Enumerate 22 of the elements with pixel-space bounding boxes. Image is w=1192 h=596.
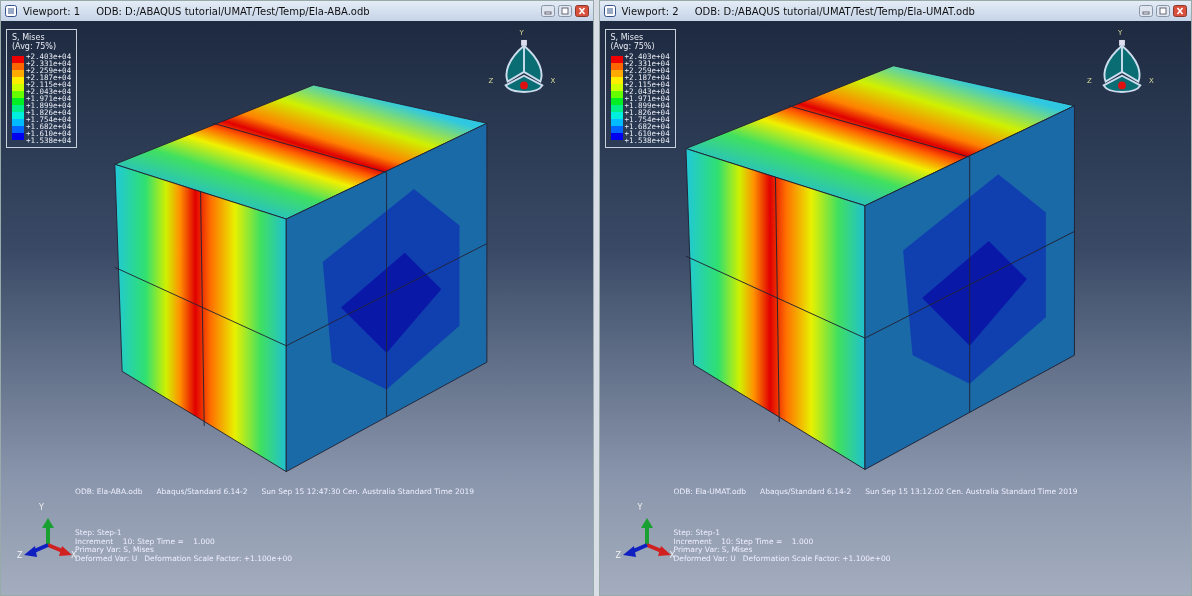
- odb-path: ODB: D:/ABAQUS tutorial/UMAT/Test/Temp/Ela-UMAT.odb: [694, 5, 975, 17]
- axis-triad-icon: [621, 517, 672, 557]
- window-menu-icon[interactable]: [603, 5, 616, 17]
- close-icon[interactable]: [574, 5, 589, 17]
- maximize-icon[interactable]: [1156, 5, 1170, 17]
- axis-triad-icon: [23, 517, 73, 557]
- axis-label: X: [71, 551, 77, 560]
- axis-label: Z: [615, 551, 621, 560]
- legend-title: S, Mises: [610, 33, 645, 42]
- legend-title: S, Mises: [12, 33, 46, 42]
- minimize-icon[interactable]: [1139, 5, 1153, 17]
- axis-label: Z: [17, 551, 23, 560]
- viewport-title: Viewport: 1: [23, 5, 81, 17]
- axis-label: X: [669, 551, 675, 560]
- odb-path: ODB: D:/ABAQUS tutorial/UMAT/Test/Temp/Ela-ABA.odb: [96, 5, 370, 17]
- legend-subtitle: (Avg: 75%): [12, 42, 58, 51]
- viewport-title: Viewport: 2: [621, 5, 679, 17]
- axis-label: Y: [39, 503, 44, 512]
- axis-label: Y: [637, 503, 643, 512]
- legend-subtitle: (Avg: 75%): [610, 42, 656, 51]
- window-menu-icon[interactable]: [5, 5, 17, 17]
- close-icon[interactable]: [1173, 5, 1187, 17]
